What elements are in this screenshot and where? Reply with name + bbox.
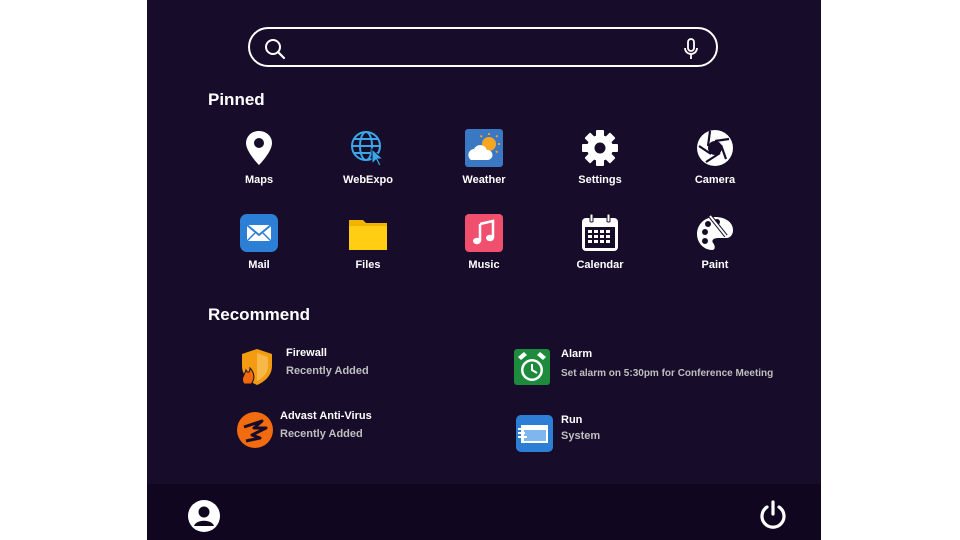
pinned-app-settings[interactable]: Settings [555,129,645,199]
recommend-heading: Recommend [208,305,311,324]
pinned-heading: Pinned [208,90,265,109]
mail-icon [240,214,278,252]
antivirus-icon [237,412,273,448]
pinned-app-label: Settings [578,174,622,186]
power-icon[interactable] [758,500,788,530]
user-avatar-icon[interactable] [187,499,221,533]
pinned-app-label: Maps [244,174,274,186]
calendar-icon [582,214,618,251]
search-bar[interactable] [248,27,718,67]
pinned-app-webexpo[interactable]: WebExpo [323,129,413,199]
recommend-item-run[interactable]: Run System [516,414,716,455]
pinned-app-calendar[interactable]: Calendar [555,214,645,284]
map-pin-icon [246,131,272,165]
web-browser-icon [351,131,385,167]
pinned-app-label: Calendar [576,259,624,271]
pinned-app-label: Weather [462,174,506,186]
pinned-app-weather[interactable]: Weather [439,129,529,199]
start-menu-footer [147,484,821,540]
recommend-item-name: Run [561,414,583,426]
pinned-app-label: Music [468,259,500,271]
recommend-item-advast-anti-virus[interactable]: Advast Anti-Virus Recently Added [236,410,476,451]
recommend-item-firewall[interactable]: Firewall Recently Added [238,347,478,388]
pinned-app-label: WebExpo [343,174,393,186]
search-input[interactable] [294,35,678,61]
recommend-item-detail: Recently Added [286,365,369,377]
folder-icon [349,220,387,250]
music-icon [465,214,503,252]
recommend-item-alarm[interactable]: Alarm Set alarm on 5:30pm for Conference… [514,348,794,389]
firewall-shield-icon [241,349,272,385]
pinned-app-camera[interactable]: Camera [670,129,760,199]
search-icon[interactable] [264,38,286,60]
pinned-app-label: Mail [248,259,270,271]
pinned-app-label: Files [355,259,381,271]
recommend-item-detail: System [561,430,601,442]
pinned-app-maps[interactable]: Maps [214,129,304,199]
recommend-item-name: Advast Anti-Virus [280,410,372,422]
pinned-app-music[interactable]: Music [439,214,529,284]
pinned-app-mail[interactable]: Mail [214,214,304,284]
recommend-item-name: Alarm [561,348,593,360]
pinned-app-files[interactable]: Files [323,214,413,284]
pinned-app-label: Camera [694,174,736,186]
pinned-app-paint[interactable]: Paint [670,214,760,284]
paint-palette-icon [697,214,733,250]
alarm-clock-icon [514,349,550,385]
microphone-icon[interactable] [683,38,699,60]
start-menu: Pinned Maps WebExpo Weather Settings Cam… [147,0,821,540]
recommend-item-detail: Recently Added [280,428,363,440]
camera-aperture-icon [697,130,733,166]
run-dialog-icon [516,415,553,452]
recommend-item-name: Firewall [286,347,327,359]
recommend-item-detail: Set alarm on 5:30pm for Conference Meeti… [561,368,774,379]
gear-icon [582,130,618,166]
weather-icon [465,129,503,167]
pinned-app-label: Paint [701,259,729,271]
